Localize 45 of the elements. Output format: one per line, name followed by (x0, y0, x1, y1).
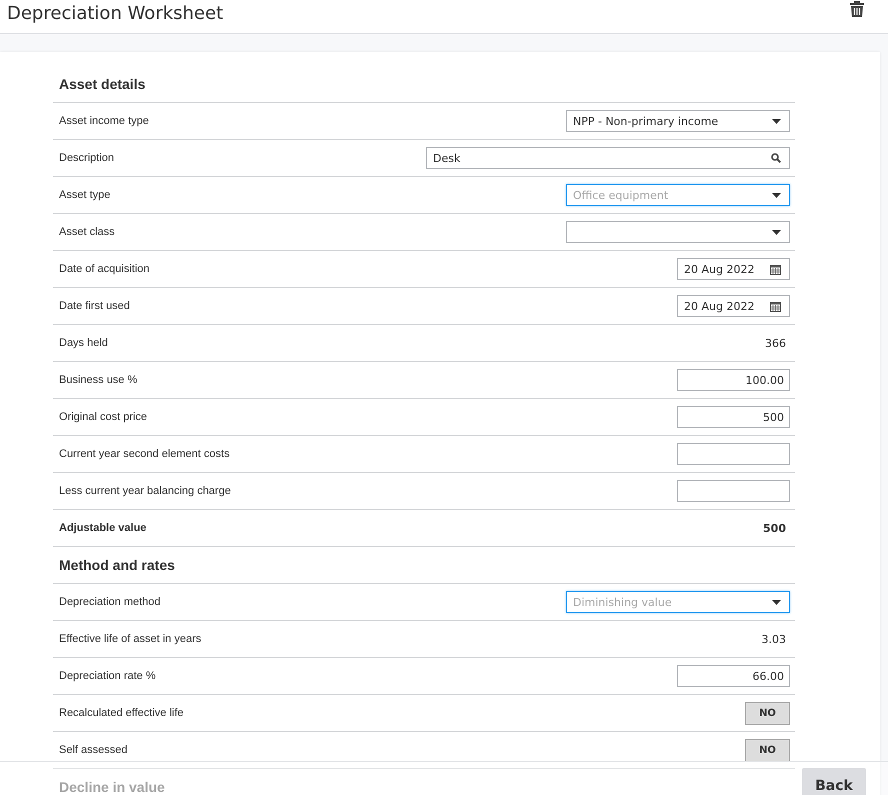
section-heading: Decline in value (53, 769, 795, 795)
field-label: Effective life of asset in years (59, 633, 202, 645)
field-label: Business use % (59, 374, 138, 386)
input-field[interactable]: 500 (677, 406, 790, 428)
input-field[interactable]: 66.00 (677, 665, 790, 687)
field-label: Date first used (59, 300, 130, 312)
value-text: 3.03 (762, 632, 787, 646)
date-field[interactable]: 20 Aug 2022 (677, 258, 790, 280)
field-label: Depreciation rate % (59, 670, 156, 682)
delete-icon[interactable] (849, 0, 865, 18)
input-field[interactable] (677, 480, 790, 502)
toggle-button[interactable]: NO (745, 738, 790, 762)
field-label: Depreciation method (59, 596, 161, 608)
dropdown[interactable] (566, 221, 790, 243)
field-label: Asset class (59, 226, 115, 238)
field-label: Date of acquisition (59, 263, 150, 275)
field-label: Asset income type (59, 115, 149, 127)
toggle-button[interactable]: NO (745, 702, 790, 724)
search-field[interactable]: Desk (426, 147, 790, 169)
field-label: Adjustable value (59, 522, 146, 534)
search-icon (771, 153, 781, 163)
field-label: Recalculated effective life (59, 707, 184, 719)
field-label: Asset type (59, 189, 110, 201)
caret-icon (772, 118, 781, 124)
field-label: Description (59, 152, 114, 164)
caret-icon (772, 230, 781, 234)
input-field[interactable] (677, 443, 790, 465)
calendar-icon (770, 300, 781, 312)
section-heading: Asset details (53, 66, 795, 103)
caret-icon (772, 192, 781, 198)
date-field[interactable]: 20 Aug 2022 (677, 295, 790, 317)
field-label: Days held (59, 337, 108, 349)
value-text: 366 (765, 336, 787, 350)
back-button[interactable]: Back (802, 768, 866, 795)
field-label: Self assessed (59, 744, 128, 756)
value-text: 500 (763, 522, 787, 534)
section-heading: Method and rates (53, 547, 795, 584)
field-label: Original cost price (59, 411, 148, 423)
caret-icon (772, 600, 781, 604)
field-label: Current year second element costs (59, 448, 230, 460)
input-field[interactable]: 100.00 (677, 369, 790, 391)
field-label: Less current year balancing charge (59, 485, 231, 497)
calendar-icon (770, 264, 781, 274)
dropdown[interactable]: NPP - Non-primary income (566, 110, 790, 132)
page-title: Depreciation Worksheet (7, 2, 224, 26)
